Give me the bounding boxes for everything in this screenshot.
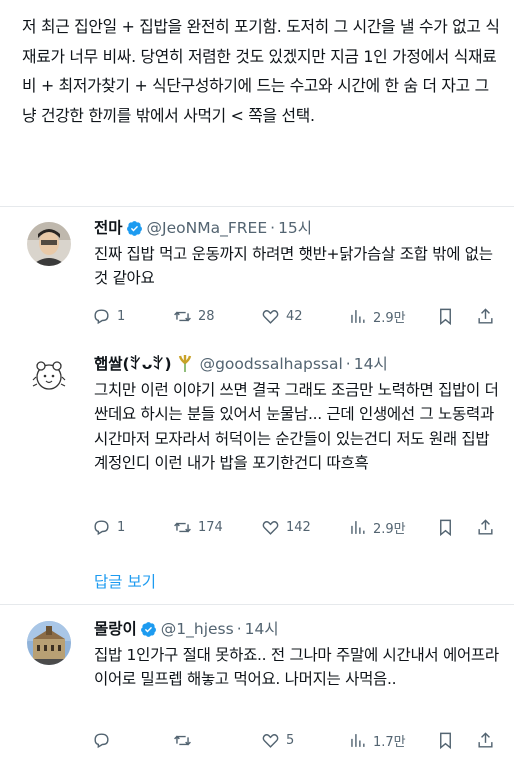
reply-button[interactable]: 1 (92, 518, 173, 537)
reply-count: 1 (117, 308, 126, 324)
reply-icon (94, 732, 109, 748)
reply-header: 햅쌀(ꇬᴗꇬ) @goodssalhapssal · 14시 (94, 353, 388, 375)
reply-header: 전마 @JeoNMa_FREE · 15시 (94, 217, 312, 239)
reply-button[interactable] (92, 731, 173, 750)
display-name-text: 햅쌀( (94, 355, 130, 373)
main-post-text: 저 최근 집안일 + 집밥을 완전히 포기함. 도저히 그 시간을 낼 수가 없… (22, 17, 500, 125)
timestamp[interactable]: 14시 (245, 618, 279, 640)
reply-text: 진짜 집밥 먹고 운동까지 하려면 햇반+닭가슴살 조합 밖에 없는 것 같아요 (94, 245, 493, 288)
retweet-button[interactable]: 28 (173, 307, 261, 326)
share-icon (478, 731, 493, 748)
reply-item[interactable]: 햅쌀(ꇬᴗꇬ) @goodssalhapssal · 14시 그치만 이런 이야… (0, 340, 514, 604)
action-bar: 1 28 42 2.9만 (92, 305, 502, 327)
share-button[interactable] (476, 518, 496, 537)
avatar[interactable] (27, 354, 71, 398)
reply-item[interactable]: 전마 @JeoNMa_FREE · 15시 진짜 집밥 먹고 운동까지 하려면 … (0, 206, 514, 340)
bookmark-button[interactable] (436, 518, 476, 537)
timestamp[interactable]: 14시 (354, 353, 388, 375)
share-icon (478, 518, 493, 535)
like-count: 5 (286, 732, 295, 748)
reply-button[interactable]: 1 (92, 307, 173, 326)
like-button[interactable]: 5 (261, 731, 348, 750)
reply-header: 몰랑이 @1_hjess · 14시 (94, 618, 279, 640)
reply-item[interactable]: 몰랑이 @1_hjess · 14시 집밥 1인가구 절대 못하죠.. 전 그나… (0, 605, 514, 773)
heart-icon (262, 520, 279, 535)
retweet-button[interactable]: 174 (173, 518, 261, 537)
rice-plant-icon (178, 355, 191, 372)
avatar[interactable] (27, 621, 71, 665)
reply-icon (94, 308, 109, 324)
reply-icon (94, 519, 109, 535)
retweet-count: 174 (198, 519, 223, 535)
display-name[interactable]: 햅쌀(ꇬᴗꇬ) (94, 353, 172, 375)
bookmark-icon (440, 308, 451, 325)
retweet-icon (174, 735, 191, 745)
views-chart-icon (351, 520, 365, 534)
retweet-count: 28 (198, 308, 215, 324)
view-count: 2.9만 (373, 310, 406, 326)
view-count: 2.9만 (373, 521, 406, 537)
bookmark-button[interactable] (436, 307, 476, 326)
bookmark-icon (440, 519, 451, 536)
show-replies-link[interactable]: 답글 보기 (94, 570, 156, 592)
views-chart-icon (351, 733, 365, 747)
user-handle[interactable]: @1_hjess (161, 618, 234, 640)
views-button[interactable]: 2.9만 (348, 307, 436, 326)
like-count: 42 (286, 308, 303, 324)
view-count: 1.7만 (373, 734, 406, 750)
views-button[interactable]: 2.9만 (348, 518, 436, 537)
retweet-icon (174, 522, 191, 532)
retweet-icon (174, 311, 191, 321)
like-button[interactable]: 142 (261, 518, 348, 537)
separator-dot: · (345, 355, 351, 373)
views-chart-icon (351, 309, 365, 323)
reply-text: 집밥 1인가구 절대 못하죠.. 전 그나마 주말에 시간내서 에어프라이어로 … (94, 646, 499, 689)
retweet-button[interactable] (173, 731, 261, 750)
heart-icon (262, 309, 279, 324)
user-handle[interactable]: @JeoNMa_FREE (147, 217, 268, 239)
separator-dot: · (270, 219, 276, 237)
share-button[interactable] (476, 731, 496, 750)
like-count: 142 (286, 519, 311, 535)
user-handle[interactable]: @goodssalhapssal (200, 353, 343, 375)
reply-text: 그치만 이런 이야기 쓰면 결국 그래도 조금만 노력하면 집밥이 더 싼데요 … (94, 381, 499, 472)
bookmark-icon (440, 732, 451, 749)
avatar[interactable] (27, 222, 71, 266)
bookmark-button[interactable] (436, 731, 476, 750)
action-bar: 1 174 142 2.9만 (92, 516, 502, 538)
reply-count: 1 (117, 519, 126, 535)
display-name[interactable]: 전마 (94, 217, 123, 239)
display-name-emoticon: ꇬᴗꇬ) (129, 355, 172, 373)
verified-badge-icon (140, 621, 156, 637)
action-bar: 5 1.7만 (92, 729, 502, 751)
verified-badge-icon (126, 220, 142, 236)
separator-dot: · (236, 620, 242, 638)
display-name[interactable]: 몰랑이 (94, 618, 137, 640)
heart-icon (262, 733, 279, 748)
share-icon (478, 307, 493, 324)
share-button[interactable] (476, 307, 496, 326)
timestamp[interactable]: 15시 (278, 217, 312, 239)
views-button[interactable]: 1.7만 (348, 731, 436, 750)
like-button[interactable]: 42 (261, 307, 348, 326)
